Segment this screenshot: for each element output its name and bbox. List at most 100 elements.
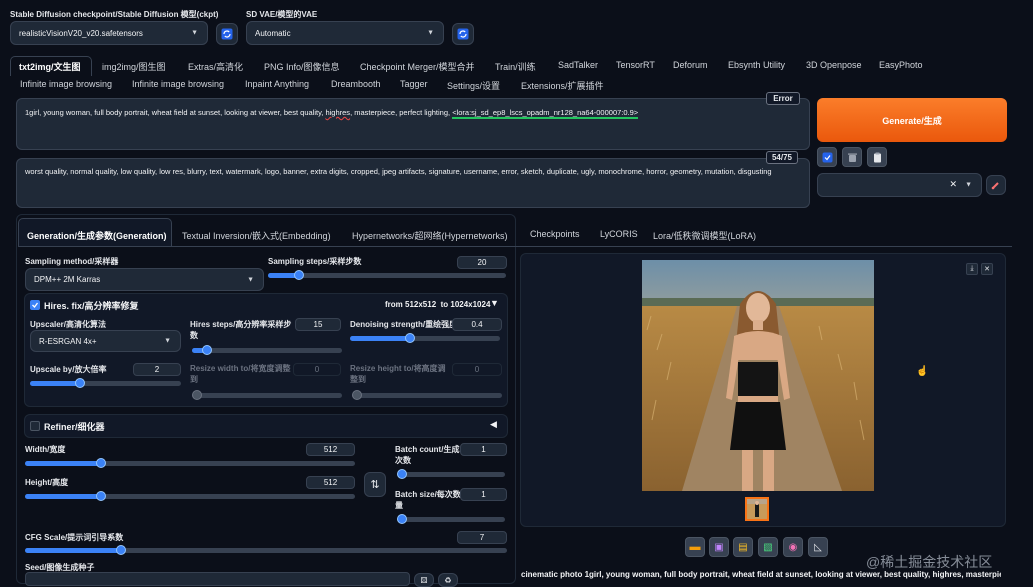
edit-styles-button[interactable] xyxy=(986,175,1006,195)
generated-photo xyxy=(642,260,874,491)
resize-height-input[interactable]: 0 xyxy=(452,363,502,376)
collapse-triangle-icon[interactable]: ▼ xyxy=(490,298,499,308)
refiner-checkbox[interactable] xyxy=(30,421,40,431)
tab-settings[interactable]: Settings/设置 xyxy=(447,79,500,92)
tab-inpaint-anything[interactable]: Inpaint Anything xyxy=(245,79,309,89)
send-to-inpaint-button[interactable]: ◉ xyxy=(783,537,803,557)
param-tab-lycoris[interactable]: LyCORIS xyxy=(600,229,638,239)
tab-deforum[interactable]: Deforum xyxy=(673,60,708,70)
denoise-input[interactable]: 0.4 xyxy=(452,318,502,331)
vae-dropdown[interactable]: Automatic ▼ xyxy=(246,21,444,45)
hires-fix-checkbox[interactable] xyxy=(30,300,40,310)
refresh-vae-button[interactable] xyxy=(452,23,474,45)
send-to-extras-button[interactable]: ◺ xyxy=(808,537,828,557)
cfg-input[interactable]: 7 xyxy=(457,531,507,544)
expand-triangle-icon[interactable]: ◀ xyxy=(490,419,497,430)
close-icon: ✕ xyxy=(984,266,990,273)
swap-dimensions-button[interactable]: ⇅ xyxy=(364,472,386,497)
open-folder-button[interactable]: ▬ xyxy=(685,537,705,557)
height-slider-handle[interactable] xyxy=(95,491,106,501)
tab-tensorrt[interactable]: TensorRT xyxy=(616,60,655,70)
param-tab-lora[interactable]: Lora/低秩微调模型(LoRA) xyxy=(653,229,756,242)
cfg-label: CFG Scale/提示词引导系数 xyxy=(25,533,124,542)
batch-size-input[interactable]: 1 xyxy=(460,488,507,501)
clear-prompt-button[interactable] xyxy=(842,147,862,167)
checkpoint-dropdown[interactable]: realisticVisionV20_v20.safetensors ▼ xyxy=(10,21,208,45)
prompt-textarea[interactable]: 1girl, young woman, full body portrait, … xyxy=(16,98,810,150)
apply-styles-button[interactable] xyxy=(867,147,887,167)
hires-steps-slider-handle[interactable] xyxy=(202,345,212,355)
tab-tagger[interactable]: Tagger xyxy=(400,79,428,89)
batch-count-slider-handle[interactable] xyxy=(397,469,407,479)
upscale-by-slider[interactable] xyxy=(30,378,181,388)
upscale-by-slider-handle[interactable] xyxy=(74,378,85,388)
vae-label: SD VAE/模型的VAE xyxy=(246,10,318,19)
generated-image[interactable] xyxy=(642,260,874,491)
download-icon: ⤓ xyxy=(970,265,974,272)
tab-easyphoto[interactable]: EasyPhoto xyxy=(879,60,923,70)
tab-infinite-image-browsing-2[interactable]: Infinite image browsing xyxy=(132,79,224,89)
batch-count-label: Batch count/生成次数 xyxy=(395,445,460,465)
denoise-slider[interactable] xyxy=(350,333,500,343)
read-params-button[interactable] xyxy=(817,147,837,167)
tab-train[interactable]: Train/训练 xyxy=(495,60,536,73)
tab-ebsynth-utility[interactable]: Ebsynth Utility xyxy=(728,60,785,70)
denoise-slider-handle[interactable] xyxy=(405,333,415,343)
param-tab-hypernetworks[interactable]: Hypernetworks/超网络(Hypernetworks) xyxy=(352,229,508,242)
generate-button[interactable]: Generate/生成 xyxy=(817,98,1007,142)
error-badge: Error xyxy=(766,92,800,105)
send-to-img2img-button[interactable]: ▧ xyxy=(758,537,778,557)
download-button[interactable]: ⤓ xyxy=(966,263,978,275)
zip-button[interactable]: ▤ xyxy=(733,537,753,557)
output-thumbnail[interactable] xyxy=(745,497,769,521)
upscaler-dropdown[interactable]: R-ESRGAN 4x+ ▼ xyxy=(30,330,181,352)
close-preview-button[interactable]: ✕ xyxy=(981,263,993,275)
steps-input[interactable]: 20 xyxy=(457,256,507,269)
hires-steps-input[interactable]: 15 xyxy=(295,318,341,331)
tab-png-info[interactable]: PNG Info/图像信息 xyxy=(264,60,340,73)
tab-3d-openpose[interactable]: 3D Openpose xyxy=(806,60,862,70)
steps-slider[interactable] xyxy=(268,270,506,280)
width-slider-handle[interactable] xyxy=(95,458,106,468)
negative-prompt-textarea[interactable]: worst quality, normal quality, low quali… xyxy=(16,158,810,208)
tab-infinite-image-browsing-1[interactable]: Infinite image browsing xyxy=(20,79,112,89)
height-slider[interactable] xyxy=(25,491,355,501)
param-tab-generation[interactable]: Generation/生成参数(Generation) xyxy=(27,229,167,242)
batch-count-input[interactable]: 1 xyxy=(460,443,507,456)
width-input[interactable]: 512 xyxy=(306,443,355,456)
resize-width-slider[interactable] xyxy=(192,390,342,400)
resize-width-slider-handle[interactable] xyxy=(192,390,202,400)
save-button[interactable]: ▣ xyxy=(709,537,729,557)
sampler-dropdown[interactable]: DPM++ 2M Karras ▼ xyxy=(25,268,264,291)
styles-dropdown[interactable]: ✕ ▼ xyxy=(817,173,982,197)
resize-height-slider[interactable] xyxy=(352,390,502,400)
folder-icon: ▬ xyxy=(689,541,701,553)
reuse-seed-button[interactable]: ♻ xyxy=(438,573,458,587)
param-tab-embedding[interactable]: Textual Inversion/嵌入式(Embedding) xyxy=(182,229,331,242)
batch-size-slider-handle[interactable] xyxy=(397,514,407,524)
width-slider[interactable] xyxy=(25,458,355,468)
tab-img2img[interactable]: img2img/图生图 xyxy=(102,60,166,73)
tab-dreambooth[interactable]: Dreambooth xyxy=(331,79,381,89)
clear-x-icon[interactable]: ✕ xyxy=(949,179,957,190)
steps-slider-handle[interactable] xyxy=(293,270,304,280)
random-seed-button[interactable]: ⚄ xyxy=(414,573,434,587)
palette-icon: ◉ xyxy=(788,541,798,553)
checkmark-icon xyxy=(32,302,39,308)
refresh-checkpoint-button[interactable] xyxy=(216,23,238,45)
cfg-slider[interactable] xyxy=(25,545,507,555)
tab-sadtalker[interactable]: SadTalker xyxy=(558,60,598,70)
height-input[interactable]: 512 xyxy=(306,476,355,489)
tab-extensions[interactable]: Extensions/扩展插件 xyxy=(521,79,604,92)
tab-txt2img[interactable]: txt2img/文生图 xyxy=(19,60,81,73)
tab-checkpoint-merger[interactable]: Checkpoint Merger/模型合并 xyxy=(360,60,475,73)
batch-size-slider[interactable] xyxy=(397,514,505,524)
batch-count-slider[interactable] xyxy=(397,469,505,479)
param-tab-checkpoints[interactable]: Checkpoints xyxy=(530,229,580,239)
resize-width-input[interactable]: 0 xyxy=(293,363,341,376)
seed-input[interactable] xyxy=(25,572,410,586)
tab-extras[interactable]: Extras/高清化 xyxy=(188,60,243,73)
resize-height-slider-handle[interactable] xyxy=(352,390,362,400)
upscale-by-input[interactable]: 2 xyxy=(133,363,181,376)
hires-steps-slider[interactable] xyxy=(192,345,342,355)
